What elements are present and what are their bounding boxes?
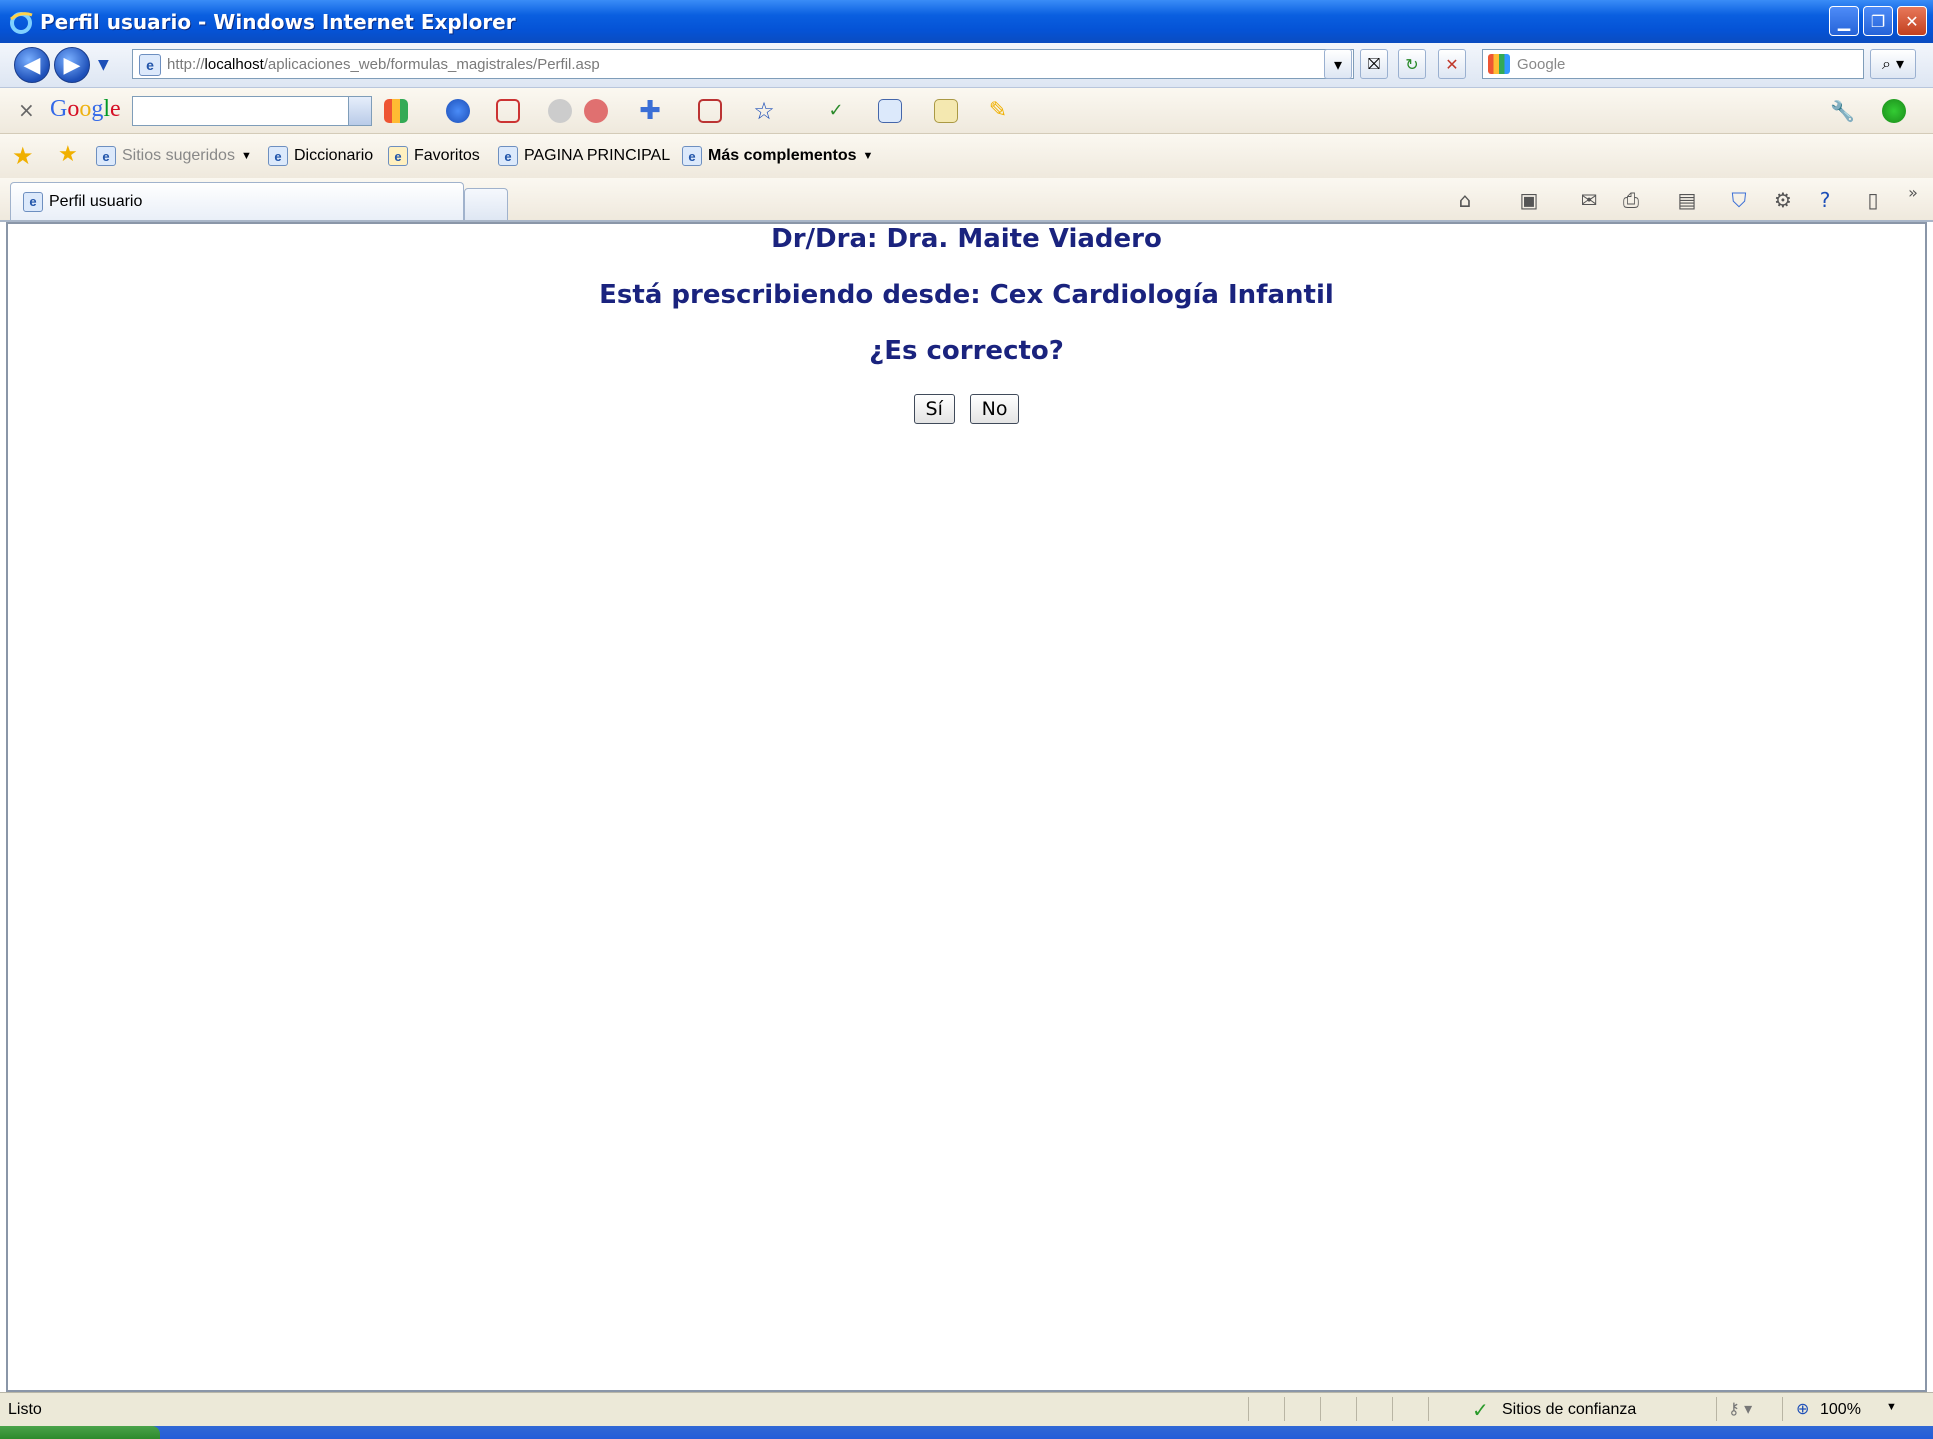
google-toolbar-search-input[interactable] — [132, 96, 372, 126]
mail-icon[interactable] — [496, 99, 520, 123]
globe-icon[interactable] — [446, 99, 470, 123]
forward-button[interactable]: ▶ — [54, 47, 90, 83]
favorite-label: PAGINA PRINCIPAL — [524, 147, 671, 164]
confirmation-question: ¿Es correcto? — [869, 336, 1064, 366]
refresh-icon[interactable]: ↻ — [1398, 49, 1426, 79]
back-button[interactable]: ◀ — [14, 47, 50, 83]
circle-icon[interactable] — [548, 99, 572, 123]
page-icon: e — [139, 54, 161, 76]
research-icon[interactable]: ▯ — [1860, 188, 1886, 212]
security-zone: Sitios de confianza — [1502, 1401, 1637, 1418]
bookmark-icon[interactable] — [584, 99, 608, 123]
address-dropdown-button[interactable]: ▾ — [1324, 49, 1352, 79]
ie-page-icon: e — [268, 146, 288, 166]
trusted-sites-check-icon: ✓ — [1472, 1400, 1489, 1422]
status-bar: Listo ✓ Sitios de confianza ⚷ ▾ ⊕ 100% ▼ — [0, 1392, 1933, 1426]
search-button[interactable]: ⌕ ▾ — [1870, 49, 1916, 79]
zoom-dropdown-icon[interactable]: ▼ — [1886, 1401, 1897, 1413]
favorites-star-icon[interactable]: ★ — [12, 142, 34, 170]
zoom-level[interactable]: 100% — [1820, 1401, 1861, 1419]
status-text: Listo — [8, 1401, 42, 1418]
ie-page-icon: e — [388, 146, 408, 166]
restore-button[interactable]: ❐ — [1863, 6, 1893, 36]
safety-menu-icon[interactable]: ⛉ — [1726, 188, 1752, 212]
window-titlebar: Perfil usuario - Windows Internet Explor… — [0, 0, 1933, 43]
ie-page-icon: e — [682, 146, 702, 166]
print-icon[interactable]: ⎙ — [1618, 188, 1644, 212]
confirmation-actions: Sí No — [8, 394, 1925, 424]
favorite-label: Diccionario — [294, 147, 374, 164]
google-toolbar: × Google ✚ ☆ ✓ ✎ 🔧 — [0, 88, 1933, 134]
no-button[interactable]: No — [969, 394, 1020, 424]
doctor-name: Dr/Dra: Dra. Maite Viadero — [771, 224, 1162, 254]
favorite-diccionario[interactable]: e Diccionario — [268, 146, 373, 166]
plus-icon[interactable]: ✚ — [638, 98, 662, 124]
spellcheck-icon[interactable]: ✓ — [824, 99, 848, 123]
favorite-pagina-principal[interactable]: e PAGINA PRINCIPAL — [498, 146, 670, 166]
prescribing-location: Está prescribiendo desde: Cex Cardiologí… — [599, 280, 1334, 310]
tab-perfil-usuario[interactable]: e Perfil usuario — [10, 182, 464, 220]
popup-blocker-icon[interactable] — [698, 99, 722, 123]
history-dropdown-icon[interactable]: ▼ — [98, 57, 109, 73]
help-icon[interactable]: ? — [1812, 188, 1838, 212]
wrench-icon[interactable]: 🔧 — [1830, 99, 1855, 123]
favorites-bar: ★ ★ e Sitios sugeridos ▼ e Diccionario e … — [0, 134, 1933, 178]
navigation-bar: ◀ ▶ ▼ e http://localhost/aplicaciones_we… — [0, 43, 1933, 88]
feeds-icon[interactable]: ▣ — [1516, 188, 1542, 212]
tools-gear-icon[interactable]: ⚙ — [1770, 188, 1796, 212]
window-title: Perfil usuario - Windows Internet Explor… — [40, 9, 516, 34]
tab-label: Perfil usuario — [49, 192, 143, 210]
address-prefix: http:// — [167, 55, 205, 73]
start-button[interactable] — [0, 1426, 160, 1439]
more-commands-icon[interactable]: » — [1900, 180, 1926, 204]
stop-icon[interactable]: ✕ — [1438, 49, 1466, 79]
add-favorite-icon[interactable]: ★ — [58, 142, 78, 167]
read-mail-icon[interactable]: ✉ — [1576, 188, 1602, 212]
sidewiki-icon[interactable] — [934, 99, 958, 123]
search-input[interactable]: Google — [1482, 49, 1864, 79]
close-button[interactable]: ✕ — [1897, 6, 1927, 36]
star-icon[interactable]: ☆ — [752, 99, 776, 123]
search-placeholder: Google — [1517, 55, 1566, 73]
ie-page-icon: e — [498, 146, 518, 166]
favorite-favoritos[interactable]: e Favoritos — [388, 146, 480, 166]
ie-page-icon: e — [96, 146, 116, 166]
tab-bar: e Perfil usuario ⌂ ▣ ✉ ⎙ ▤ ⛉ ⚙ ? ▯ » — [0, 178, 1933, 222]
ie-logo-icon — [10, 11, 33, 34]
google-search-icon — [1488, 54, 1510, 74]
home-icon[interactable]: ⌂ — [1452, 188, 1478, 212]
zoom-icon: ⊕ — [1796, 1401, 1810, 1418]
new-tab-button[interactable] — [464, 188, 508, 220]
compatibility-icon[interactable]: ⛝ — [1360, 49, 1388, 79]
favorite-label: Favoritos — [414, 147, 480, 164]
address-host: localhost — [204, 55, 264, 73]
address-path: /aplicaciones_web/formulas_magistrales/P… — [263, 55, 600, 73]
account-status-icon[interactable] — [1882, 99, 1906, 123]
close-toolbar-icon[interactable]: × — [18, 98, 35, 122]
yes-button[interactable]: Sí — [913, 394, 955, 424]
favorite-mas-complementos[interactable]: e Más complementos ▼ — [682, 146, 873, 166]
google-logo: Google — [50, 96, 121, 122]
address-bar[interactable]: e http://localhost/aplicaciones_web/form… — [132, 49, 1354, 79]
ie-page-icon: e — [23, 191, 43, 212]
favorite-label: Más complementos — [708, 147, 857, 164]
favorite-label: Sitios sugeridos — [122, 147, 235, 164]
protected-mode-icon[interactable]: ⚷ ▾ — [1728, 1399, 1752, 1419]
page-menu-icon[interactable]: ▤ — [1674, 188, 1700, 212]
windows-taskbar — [0, 1426, 1933, 1439]
favorite-sitios-sugeridos[interactable]: e Sitios sugeridos ▼ — [96, 146, 252, 166]
page-content: Dr/Dra: Dra. Maite Viadero Está prescrib… — [6, 222, 1927, 1392]
highlight-icon[interactable]: ✎ — [986, 99, 1010, 123]
minimize-button[interactable]: ▁ — [1829, 6, 1859, 36]
google-apps-icon[interactable] — [384, 99, 408, 123]
translate-icon[interactable] — [878, 99, 902, 123]
